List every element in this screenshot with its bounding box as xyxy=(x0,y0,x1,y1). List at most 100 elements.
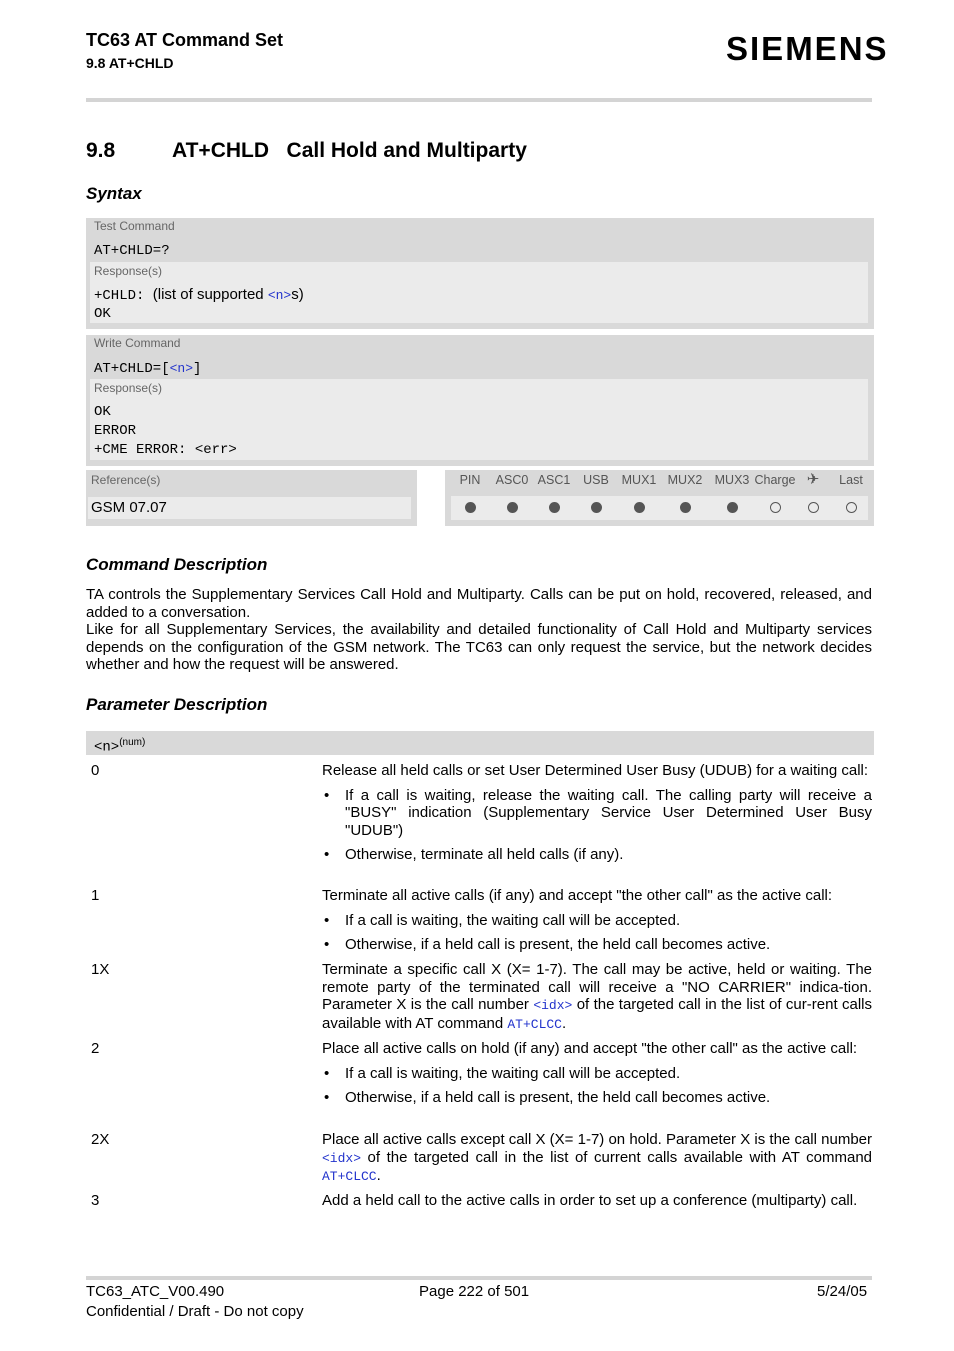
description-paragraph: Like for all Supplementary Services, the… xyxy=(86,621,872,673)
value-key: 1 xyxy=(91,887,100,904)
value-key: 1X xyxy=(91,961,110,978)
value-description: Place all active calls except call X (X=… xyxy=(322,1131,872,1186)
bullet-item: Otherwise, terminate all held calls (if … xyxy=(322,846,872,864)
write-command-suffix: ] xyxy=(193,361,202,377)
section-heading: 9.8 AT+CHLD Call Hold and Multiparty xyxy=(86,139,527,163)
write-response-ok: OK xyxy=(94,404,111,420)
flag-label-asc1: ASC1 xyxy=(537,473,571,487)
empty-circle-icon xyxy=(769,502,781,513)
value-text: Release all held calls or set User Deter… xyxy=(322,762,869,779)
empty-circle-icon xyxy=(807,502,819,513)
command-description-heading: Command Description xyxy=(86,555,268,574)
footer-doc-id: TC63_ATC_V00.490 xyxy=(86,1283,225,1300)
value-text: Place all active calls except call X (X=… xyxy=(322,1131,872,1148)
value-key: 2X xyxy=(91,1131,110,1148)
flag-indicator xyxy=(709,500,755,518)
param-n-link[interactable]: <n> xyxy=(268,288,291,303)
idx-link[interactable]: <idx> xyxy=(533,998,572,1013)
empty-circle-icon xyxy=(845,502,857,513)
flag-label-mux3: MUX3 xyxy=(714,473,750,487)
flag-label-mux2: MUX2 xyxy=(667,473,703,487)
value-description: Add a held call to the active calls in o… xyxy=(322,1192,872,1210)
flag-indicator xyxy=(489,500,535,518)
value-text: Add a held call to the active calls in o… xyxy=(322,1192,858,1209)
section-reference: 9.8 AT+CHLD xyxy=(86,55,174,71)
section-title: AT+CHLD Call Hold and Multiparty xyxy=(172,139,527,162)
filled-circle-icon xyxy=(506,502,518,513)
reference-value: GSM 07.07 xyxy=(88,497,411,519)
test-command-label: Test Command xyxy=(94,219,175,233)
filled-circle-icon xyxy=(633,502,645,513)
parameter-description-heading: Parameter Description xyxy=(86,695,268,714)
flag-label-usb: USB xyxy=(583,473,609,487)
value-key: 2 xyxy=(91,1040,100,1057)
filled-circle-icon xyxy=(726,502,738,513)
flag-indicator xyxy=(828,500,874,518)
parameter-type: (num) xyxy=(119,737,146,748)
response-text-suffix: s) xyxy=(291,286,304,303)
parameter-name: <n>(num) xyxy=(94,737,145,756)
write-response-cme-error: +CME ERROR: <err> xyxy=(94,442,237,458)
test-response-ok: OK xyxy=(94,306,111,322)
filled-circle-icon xyxy=(548,502,560,513)
footer-confidentiality: Confidential / Draft - Do not copy xyxy=(86,1303,304,1320)
param-n: <n> xyxy=(94,739,120,756)
value-text: Place all active calls on hold (if any) … xyxy=(322,1040,858,1057)
write-command-label: Write Command xyxy=(94,336,181,350)
flag-label-pin: PIN xyxy=(459,473,481,487)
value-description: Terminate all active calls (if any) and … xyxy=(322,887,872,954)
parameter-header: <n>(num) xyxy=(86,731,874,756)
flag-indicator xyxy=(662,500,708,518)
header-divider xyxy=(86,98,872,102)
write-command: AT+CHLD=[<n>] xyxy=(94,359,201,377)
document-title: TC63 AT Command Set xyxy=(86,30,284,50)
flag-indicator xyxy=(616,500,662,518)
bullet-item: If a call is waiting, the waiting call w… xyxy=(322,912,872,930)
at-clcc-link[interactable]: AT+CLCC xyxy=(322,1169,377,1184)
footer-page-number: Page 222 of 501 xyxy=(419,1283,530,1300)
value-text: of the targeted call in the list of curr… xyxy=(361,1148,872,1166)
value-text: . xyxy=(561,1014,567,1032)
reference-label: Reference(s) xyxy=(91,473,161,487)
write-command-box: Write Command AT+CHLD=[<n>] Response(s) … xyxy=(86,335,874,466)
bullet-item: Otherwise, if a held call is present, th… xyxy=(322,936,872,954)
at-clcc-link[interactable]: AT+CLCC xyxy=(507,1017,562,1032)
value-key: 3 xyxy=(91,1192,100,1209)
flag-indicator xyxy=(531,500,577,518)
footer-divider xyxy=(86,1276,872,1280)
section-number: 9.8 xyxy=(86,139,116,162)
footer-date: 5/24/05 xyxy=(817,1283,868,1300)
value-text: Terminate all active calls (if any) and … xyxy=(322,887,833,904)
filled-circle-icon xyxy=(590,502,602,513)
filled-circle-icon xyxy=(464,502,476,513)
bullet-item: Otherwise, if a held call is present, th… xyxy=(322,1089,872,1107)
test-response-line: +CHLD: (list of supported <n>s) xyxy=(94,286,304,304)
filled-circle-icon xyxy=(679,502,691,513)
flag-label-last: Last xyxy=(839,473,863,487)
flag-indicator xyxy=(447,500,493,518)
value-key: 0 xyxy=(91,762,100,779)
reference-box: Reference(s) GSM 07.07 xyxy=(86,470,417,526)
param-n-link[interactable]: <n> xyxy=(170,361,193,376)
syntax-heading: Syntax xyxy=(86,184,142,203)
response-prefix: +CHLD: xyxy=(94,288,145,304)
test-response-label: Response(s) xyxy=(94,264,163,278)
interface-flags-box: PIN ASC0 ASC1 USB MUX1 MUX2 MUX3 Charge ✈ Last xyxy=(445,470,874,526)
flag-label-asc0: ASC0 xyxy=(495,473,529,487)
bullet-item: If a call is waiting, release the waitin… xyxy=(322,787,872,840)
write-response-label: Response(s) xyxy=(94,381,163,395)
value-text: . xyxy=(376,1167,381,1184)
write-command-prefix: AT+CHLD=[ xyxy=(94,361,170,377)
command-description-body: TA controls the Supplementary Services C… xyxy=(86,586,872,674)
test-command: AT+CHLD=? xyxy=(94,243,170,259)
idx-link[interactable]: <idx> xyxy=(322,1151,361,1166)
bullet-item: If a call is waiting, the waiting call w… xyxy=(322,1065,872,1083)
test-command-box: Test Command AT+CHLD=? Response(s) +CHLD… xyxy=(86,218,874,329)
value-description: Release all held calls or set User Deter… xyxy=(322,762,872,864)
description-paragraph: TA controls the Supplementary Services C… xyxy=(86,586,872,621)
brand-logo: SIEMENS xyxy=(726,30,889,67)
write-response-panel: Response(s) OK ERROR +CME ERROR: <err> xyxy=(90,379,868,460)
value-description: Place all active calls on hold (if any) … xyxy=(322,1040,872,1107)
response-text: (list of supported xyxy=(152,286,268,303)
write-response-error: ERROR xyxy=(94,423,137,439)
